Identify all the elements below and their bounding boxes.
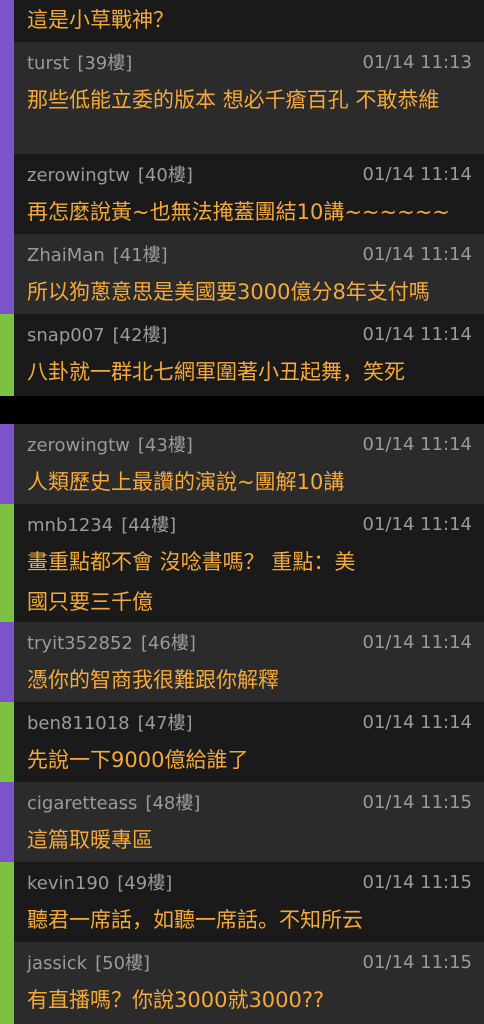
comment-header: cigaretteass [48樓] 01/14 11:15 [27,782,472,822]
comment-username[interactable]: snap007 [27,325,105,346]
comment-floor: [41樓] [112,245,168,266]
comment-floor: [44樓] [121,515,177,536]
comment-color-bar [0,504,14,622]
comment-text: 憑你的智商我很難跟你解釋 [27,668,279,692]
comment-username[interactable]: turst [27,53,69,74]
comment-color-bar [0,234,14,314]
comment-color-bar [0,154,14,234]
comment-row: 這是小草戰神？ [0,0,484,42]
comment-text: 再怎麼說黃~也無法掩蓋團結10講~~~~~~ [27,200,450,224]
comment-time: 01/14 11:14 [362,711,472,733]
comment-floor: [46樓] [140,633,196,654]
comment-row: snap007 [42樓] 01/14 11:14 八卦就一群北七網軍圍著小丑起舞… [0,314,484,396]
comment-time: 01/14 11:14 [362,433,472,455]
comment-header: mnb1234 [44樓] 01/14 11:14 [27,504,472,544]
comment-color-bar [0,622,14,702]
comment-color-bar [0,42,14,154]
comment-text: 有直播嗎？你說3000就3000?? [27,988,325,1012]
comment-row: ben811018 [47樓] 01/14 11:14 先說一下9000億給誰了 [0,702,484,782]
comment-username[interactable]: cigaretteass [27,793,137,814]
comment-row: mnb1234 [44樓] 01/14 11:14 畫重點都不會 沒唸書嗎？ 重點… [0,504,484,622]
comment-text-continued: 國只要三千億 [27,590,153,614]
separator-gap [0,396,484,424]
comment-username[interactable]: zerowingtw [27,435,130,456]
comment-username[interactable]: jassick [27,953,87,974]
comment-floor: [39樓] [77,53,133,74]
comment-text: 這篇取暖專區 [27,828,153,852]
comment-time: 01/14 11:15 [362,791,472,813]
comment-time: 01/14 11:14 [362,243,472,265]
comment-floor: [42樓] [112,325,168,346]
comment-header: kevin190 [49樓] 01/14 11:15 [27,862,472,902]
comment-floor: [43樓] [137,435,193,456]
comment-time: 01/14 11:14 [362,631,472,653]
comment-text: 所以狗蔥意思是美國要3000億分8年支付嗎 [27,280,430,304]
comment-color-bar [0,0,14,42]
comment-text: 畫重點都不會 沒唸書嗎？ 重點：美 [27,550,356,574]
comment-floor: [48樓] [145,793,201,814]
comment-header: turst [39樓] 01/14 11:13 [27,42,472,82]
comment-username[interactable]: tryit352852 [27,633,133,654]
comment-row: zerowingtw [43樓] 01/14 11:14 人類歷史上最讚的演說~團… [0,424,484,504]
comment-text: 這是小草戰神？ [27,8,174,32]
comment-username[interactable]: kevin190 [27,873,109,894]
comment-header: tryit352852 [46樓] 01/14 11:14 [27,622,472,662]
comment-text: 人類歷史上最讚的演說~團解10講 [27,470,345,494]
comment-color-bar [0,702,14,782]
comment-row: ZhaiMan [41樓] 01/14 11:14 所以狗蔥意思是美國要3000億… [0,234,484,314]
comment-header: zerowingtw [40樓] 01/14 11:14 [27,154,472,194]
comment-color-bar [0,862,14,942]
comment-header: snap007 [42樓] 01/14 11:14 [27,314,472,354]
comment-color-bar [0,314,14,396]
comment-floor: [47樓] [137,713,193,734]
comment-text: 聽君一席話，如聽一席話。不知所云 [27,908,363,932]
comment-row: zerowingtw [40樓] 01/14 11:14 再怎麼說黃~也無法掩蓋團… [0,154,484,234]
comment-username[interactable]: ZhaiMan [27,245,105,266]
comment-floor: [49樓] [117,873,173,894]
comment-row: turst [39樓] 01/14 11:13 那些低能立委的版本 想必千瘡百孔 … [0,42,484,154]
comment-row: kevin190 [49樓] 01/14 11:15 聽君一席話，如聽一席話。不知… [0,862,484,942]
push-comment-list: 這是小草戰神？ turst [39樓] 01/14 11:13 那些低能立委的版本… [0,0,484,1024]
comment-header: ZhaiMan [41樓] 01/14 11:14 [27,234,472,274]
comment-text: 那些低能立委的版本 想必千瘡百孔 不敢恭維 [27,88,440,112]
comment-color-bar [0,782,14,862]
comment-row: cigaretteass [48樓] 01/14 11:15 這篇取暖專區 [0,782,484,862]
comment-text: 八卦就一群北七網軍圍著小丑起舞，笑死 [27,360,405,384]
comment-row: jassick [50樓] 01/14 11:15 有直播嗎？你說3000就300… [0,942,484,1024]
comment-time: 01/14 11:14 [362,323,472,345]
comment-username[interactable]: zerowingtw [27,165,130,186]
comment-header: ben811018 [47樓] 01/14 11:14 [27,702,472,742]
comment-time: 01/14 11:13 [362,51,472,73]
comment-time: 01/14 11:14 [362,163,472,185]
comment-header: zerowingtw [43樓] 01/14 11:14 [27,424,472,464]
comment-header: jassick [50樓] 01/14 11:15 [27,942,472,982]
comment-username[interactable]: mnb1234 [27,515,113,536]
comment-floor: [50樓] [95,953,151,974]
comment-time: 01/14 11:15 [362,871,472,893]
comment-floor: [40樓] [137,165,193,186]
comment-color-bar [0,942,14,1024]
comment-username[interactable]: ben811018 [27,713,130,734]
comment-row: tryit352852 [46樓] 01/14 11:14 憑你的智商我很難跟你解… [0,622,484,702]
comment-time: 01/14 11:14 [362,513,472,535]
comment-color-bar [0,424,14,504]
comment-text: 先說一下9000億給誰了 [27,748,249,772]
comment-time: 01/14 11:15 [362,951,472,973]
